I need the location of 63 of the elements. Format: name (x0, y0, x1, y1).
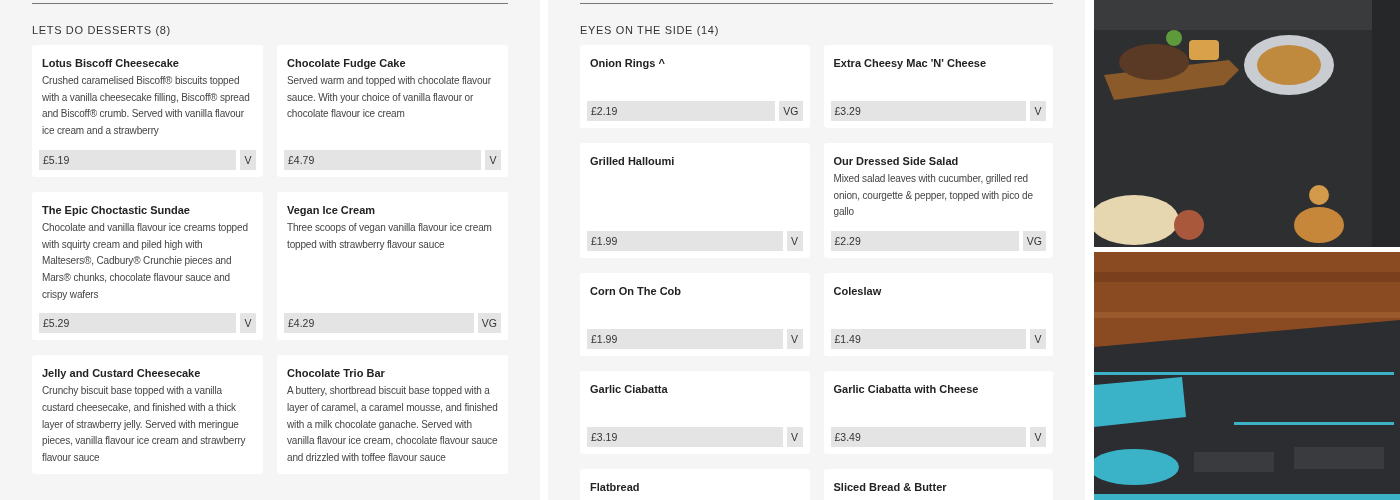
item-name: Chocolate Trio Bar (286, 366, 386, 382)
item-name: Extra Cheesy Mac 'N' Cheese (832, 56, 988, 71)
item-description: A buttery, shortbread biscuit base topped with a layer of caramel, a caramel mousse, and finished with a milk chocolate ganache. Served with vanilla flavour ice cream, chocolate flavour sauce and drizzled with toffee flavour sauce (286, 384, 499, 466)
item-name: Corn On The Cob (589, 284, 683, 300)
menu-card[interactable]: Garlic Ciabatta with Cheese £3.49 V (823, 371, 1053, 455)
diet-badge: VG (779, 101, 803, 121)
diet-badge: V (1030, 427, 1046, 448)
menu-card[interactable]: Vegan Ice Cream Three scoops of vegan vanilla flavour ice cream topped with strawberry flavour sauce £4.29 VG (277, 191, 508, 341)
item-name: Garlic Ciabatta with Cheese (832, 382, 980, 398)
item-name: Lotus Biscoff Cheesecake (41, 56, 180, 71)
price-bar: £5.19 (39, 149, 236, 170)
price-bar: £2.29 (830, 231, 1019, 252)
item-name: Jelly and Custard Cheesecake (41, 366, 202, 382)
item-name: Onion Rings ^ (589, 56, 666, 71)
item-name: The Epic Choctastic Sundae (41, 202, 191, 218)
menu-card[interactable]: Garlic Ciabatta £3.19 V (580, 371, 810, 455)
menu-card[interactable]: Grilled Halloumi £1.99 V (580, 143, 810, 259)
menu-card[interactable]: Coleslaw £1.49 V (823, 273, 1053, 357)
section-heading: EYES ON THE SIDE (14) (580, 23, 720, 37)
diet-badge: V (786, 427, 803, 448)
price-bar: £4.79 (284, 149, 481, 170)
diet-badge: V (786, 329, 803, 350)
item-name: Our Dressed Side Salad (832, 154, 960, 169)
item-description: Crunchy biscuit base topped with a vanilla custard cheesecake, and finished with a thick layer of strawberry jelly. Served with meringue pieces, vanilla flavour ice cream and strawberry flavour sauce (41, 384, 247, 466)
price-bar: £5.29 (39, 313, 236, 334)
item-description: Three scoops of vegan vanilla flavour ice cream topped with strawberry flavour sauce (286, 220, 493, 252)
price-bar: £2.19 (587, 101, 776, 121)
menu-card[interactable]: Chocolate Fudge Cake Served warm and topped with chocolate flavour sauce. With your choice of vanilla flavour or chocolate flavour ice cream £4.79 V (277, 45, 508, 177)
item-name: Coleslaw (832, 284, 883, 300)
menu-card[interactable]: Extra Cheesy Mac 'N' Cheese £3.29 V (823, 45, 1053, 128)
diet-badge: V (1030, 101, 1046, 121)
diet-badge: V (485, 149, 501, 170)
menu-card[interactable]: Our Dressed Side Salad Mixed salad leaves with cucumber, grilled red onion, courgette & pepper, topped with pico de gallo £2.29 VG (823, 143, 1053, 259)
item-name: Vegan Ice Cream (286, 202, 377, 218)
item-name: Sliced Bread & Butter (832, 480, 948, 496)
menu-card[interactable] (32, 45, 263, 177)
item-name: Grilled Halloumi (589, 154, 676, 169)
diet-badge: VG (1022, 231, 1046, 252)
price-bar: £3.19 (587, 427, 783, 448)
price-bar: £3.29 (830, 101, 1026, 121)
price-bar: £3.49 (830, 427, 1026, 448)
menu-card[interactable]: Flatbread (580, 469, 810, 500)
price-bar: £1.99 (587, 329, 783, 350)
item-description: Mixed salad leaves with cucumber, grilled red onion, courgette & pepper, topped with pico de gallo (832, 172, 1034, 220)
section-heading: LETS DO DESSERTS (8) (32, 23, 172, 37)
menu-card[interactable] (32, 191, 263, 341)
item-description: Crushed caramelised Biscoff® biscuits topped with a vanilla cheesecake filling, Biscoff® spread and Biscoff® crumb. Served with vanilla flavour ice cream and a strawberry (41, 74, 251, 139)
menu-card[interactable]: Onion Rings ^ £2.19 VG (580, 45, 810, 128)
diet-badge: V (240, 313, 256, 334)
diet-badge: V (786, 231, 803, 252)
price-bar: £1.99 (587, 231, 783, 252)
diet-badge: VG (477, 313, 501, 334)
item-name: Garlic Ciabatta (589, 382, 669, 398)
menu-card[interactable]: Corn On The Cob £1.99 V (580, 273, 810, 357)
item-name: Flatbread (589, 480, 641, 496)
price-bar: £1.49 (830, 329, 1026, 350)
diet-badge: V (1030, 329, 1046, 350)
item-description: Served warm and topped with chocolate flavour sauce. With your choice of vanilla flavour or chocolate flavour ice cream (286, 74, 492, 122)
item-description: Chocolate and vanilla flavour ice creams topped with squirty cream and piled high with Maltesers®, Cadbury® Crunchie pieces and Mars® chunks, chocolate flavour sauce and crispy wafers (41, 220, 249, 302)
price-bar: £4.29 (284, 313, 474, 334)
diet-badge: V (240, 149, 256, 170)
item-name: Chocolate Fudge Cake (286, 56, 407, 71)
menu-card[interactable]: Sliced Bread & Butter (823, 469, 1053, 500)
